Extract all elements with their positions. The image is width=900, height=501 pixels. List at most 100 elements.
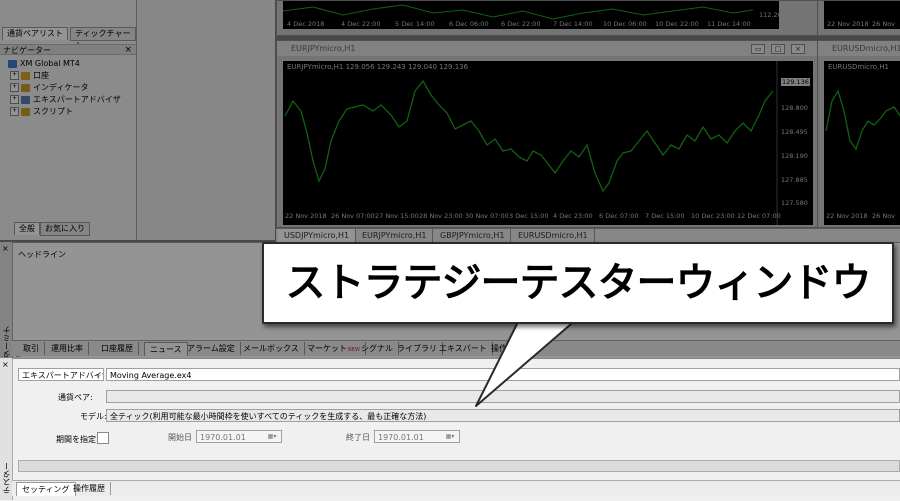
tab-usdjpy[interactable]: USDJPYmicro,H1 [278,229,357,242]
expert-advisor-icon [21,95,30,104]
x-axis-label: 22 Nov 2018 [826,212,868,220]
maximize-icon[interactable]: □ [771,44,785,54]
tree-item-label: スクリプト [33,107,73,116]
callout-text: ストラテジーテスターウィンドウ [285,260,872,306]
navigator-header: ナビゲーター × [0,44,136,55]
x-axis-label: 22 Nov 2018 [285,212,327,220]
usdjpy-chart[interactable]: 112.205 4 Dec 2018 4 Dec 22:00 5 Dec 14:… [283,1,779,29]
eurusd-candles [825,89,900,151]
close-icon[interactable]: × [2,244,9,253]
tester-tabs: セッティング 操作履歴 [12,480,900,496]
x-axis-label: 4 Dec 22:00 [341,20,381,28]
tree-root[interactable]: XM Global MT4 [8,58,80,70]
close-icon[interactable]: × [124,45,132,56]
calendar-icon[interactable]: ▦▾ [264,432,280,441]
tree-item-accounts[interactable]: + 口座 [10,70,49,82]
tester-side-bar: × テスター [0,358,13,500]
tab-exposure[interactable]: 運用比率 [46,342,89,355]
x-axis-label: 4 Dec 2018 [287,20,325,28]
callout-seam [522,316,576,322]
x-axis-label: 26 Nov [872,212,896,220]
start-date-label: 開始日 [168,433,192,442]
tab-account-history[interactable]: 口座履歴 [96,342,139,355]
x-axis-label: 4 Dec 23:00 [553,212,593,220]
tab-eurjpy[interactable]: EURJPYmicro,H1 [356,229,434,242]
tab-general[interactable]: 全般 [14,222,40,235]
eurjpy-chart[interactable]: EURJPYmicro,H1 129.056 129.243 129.040 1… [283,61,813,225]
price-label: 128.800 [781,104,808,112]
price-label: 112.205 [759,11,779,19]
tree-item-label: エキスパートアドバイザ [33,95,121,104]
x-axis-label: 6 Dec 06:00 [449,20,489,28]
x-axis-label: 28 Nov 23:00 [419,212,463,220]
period-label: 期間を指定 [56,435,96,444]
tab-alerts[interactable]: アラーム設定 [182,342,241,355]
close-icon[interactable]: × [791,44,805,54]
close-icon[interactable]: × [2,360,9,369]
x-axis-label: 6 Dec 22:00 [501,20,541,28]
x-axis-label: 26 Nov [872,20,896,28]
x-axis-label: 26 Nov 07:00 [331,212,375,220]
tester-type-select[interactable]: エキスパートアドバイザ ⌵ [18,368,104,381]
expand-icon[interactable]: + [10,83,19,92]
start-date-value: 1970.01.01 [200,433,246,442]
tree-root-label: XM Global MT4 [20,59,80,68]
x-axis-label: 7 Dec 15:00 [645,212,685,220]
tab-trade[interactable]: 取引 [18,342,45,355]
eurjpy-candles [284,61,778,225]
x-axis-label: 10 Dec 22:00 [655,20,699,28]
x-axis-label: 11 Dec 14:00 [707,20,751,28]
chart-tabs: USDJPYmicro,H1 EURJPYmicro,H1 GBPJPYmicr… [276,228,900,243]
usdjpy-chart-window: 112.205 4 Dec 2018 4 Dec 22:00 5 Dec 14:… [276,0,818,36]
eurjpy-window-title[interactable]: EURJPYmicro,H1 [277,41,817,56]
tab-operation-history[interactable]: 操作履歴 [68,482,111,495]
scripts-icon [21,107,30,116]
tab-mailbox[interactable]: メールボックス [238,342,305,355]
x-axis-label: 30 Nov 07:00 [465,212,509,220]
progress-bar [18,460,900,472]
tester-side-label: テスター [2,462,11,494]
end-date-input[interactable]: 1970.01.01 ▦▾ [374,430,460,443]
x-axis-label: 12 Dec 07:00 [737,212,781,220]
navigator-tabs: 全般 お気に入り [0,222,136,236]
end-date-value: 1970.01.01 [378,433,424,442]
price-label: 128.190 [781,152,808,160]
model-label: モデル: [80,412,107,421]
expand-icon[interactable]: + [10,107,19,116]
navigator-title: ナビゲーター [3,46,51,55]
x-axis-label: 27 Nov 15:00 [375,212,419,220]
market-watch-tabs: 通貨ペアリスト ティックチャート [0,26,136,50]
price-label: 127.885 [781,176,808,184]
tree-item-label: 口座 [33,71,49,80]
tab-market-watch[interactable]: 通貨ペアリスト [2,27,68,40]
empty-column [137,0,275,240]
tab-eurusd[interactable]: EURUSDmicro,H1 [512,229,595,242]
x-axis-label: 3 Dec 15:00 [509,212,549,220]
eurusd-chart[interactable]: EURUSDmicro,H1 22 Nov 2018 26 Nov [824,61,900,225]
tree-item-indicators[interactable]: + インディケータ [10,82,88,94]
top-right-chart[interactable]: 22 Nov 2018 26 Nov [824,1,900,29]
x-axis-label: 6 Dec 07:00 [599,212,639,220]
tab-gbpjpy[interactable]: GBPJPYmicro,H1 [434,229,512,242]
expand-icon[interactable]: + [10,95,19,104]
top-right-chart-window: 22 Nov 2018 26 Nov [817,0,900,36]
x-axis-label: 5 Dec 14:00 [395,20,435,28]
tester-type-value: エキスパートアドバイザ [22,371,104,380]
expand-icon[interactable]: + [10,71,19,80]
symbol-label: 通貨ペア: [58,393,93,402]
tab-tick-chart[interactable]: ティックチャート [70,27,136,50]
eurusd-window-title[interactable]: EURUSDmicro,H1 [818,41,900,56]
minimize-icon[interactable]: ▭ [751,44,765,54]
start-date-input[interactable]: 1970.01.01 ▦▾ [196,430,282,443]
tree-item-scripts[interactable]: + スクリプト [10,106,73,118]
indicators-icon [21,83,30,92]
period-checkbox[interactable] [97,432,109,444]
x-axis-label: 22 Nov 2018 [827,20,869,28]
calendar-icon[interactable]: ▦▾ [442,432,458,441]
tab-settings[interactable]: セッティング [16,482,76,496]
accounts-icon [21,71,30,80]
tree-item-experts[interactable]: + エキスパートアドバイザ [10,94,121,106]
tab-favorites[interactable]: お気に入り [40,222,90,236]
callout-box: ストラテジーテスターウィンドウ [262,242,894,324]
x-axis-label: 10 Dec 06:00 [603,20,647,28]
